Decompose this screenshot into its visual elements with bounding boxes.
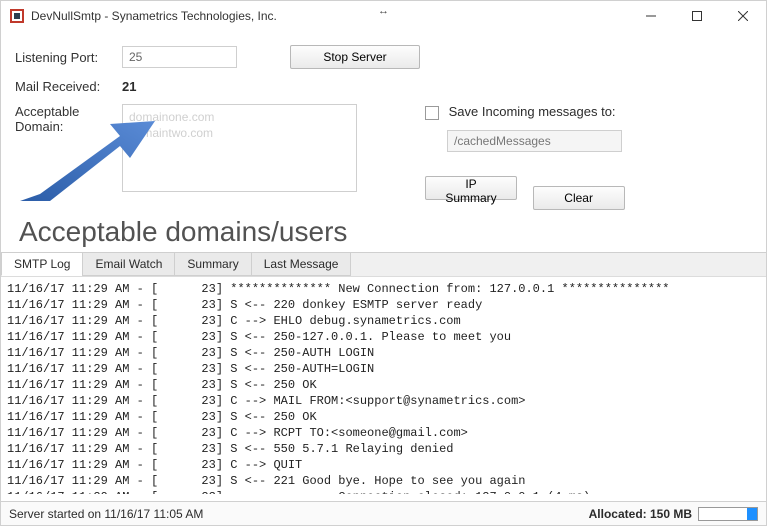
- domain-input[interactable]: domainone.com domaintwo.com: [122, 104, 357, 192]
- port-input[interactable]: [122, 46, 237, 68]
- domain-hint-1: domainone.com: [129, 109, 350, 125]
- close-button[interactable]: [720, 1, 766, 31]
- domain-hint-2: domaintwo.com: [129, 125, 350, 141]
- mail-count: 21: [122, 79, 136, 94]
- maximize-button[interactable]: [674, 1, 720, 31]
- port-label: Listening Port:: [15, 50, 122, 65]
- tab-last-message[interactable]: Last Message: [251, 253, 352, 276]
- status-bar: Server started on 11/16/17 11:05 AM Allo…: [1, 501, 766, 525]
- minimize-button[interactable]: [628, 1, 674, 31]
- domain-label: Acceptable Domain:: [15, 104, 122, 134]
- mail-label: Mail Received:: [15, 79, 122, 94]
- save-checkbox[interactable]: [425, 106, 439, 120]
- app-icon: [9, 8, 25, 24]
- save-path-input[interactable]: [447, 130, 622, 152]
- tab-smtp-log[interactable]: SMTP Log: [1, 253, 83, 276]
- status-text: Server started on 11/16/17 11:05 AM: [9, 507, 203, 521]
- clear-button[interactable]: Clear: [533, 186, 625, 210]
- window-title: DevNullSmtp - Synametrics Technologies, …: [31, 9, 628, 23]
- stop-server-button[interactable]: Stop Server: [290, 45, 420, 69]
- ip-summary-button[interactable]: IP Summary: [425, 176, 517, 200]
- memory-bar: [698, 507, 758, 521]
- alloc-text: Allocated: 150 MB: [589, 507, 692, 521]
- resize-grabber-icon[interactable]: ↔: [378, 5, 389, 17]
- tab-email-watch[interactable]: Email Watch: [82, 253, 175, 276]
- tab-bar: SMTP Log Email Watch Summary Last Messag…: [1, 252, 766, 276]
- save-label: Save Incoming messages to:: [449, 104, 616, 119]
- annotation-caption: Acceptable domains/users: [19, 216, 752, 248]
- tab-summary[interactable]: Summary: [174, 253, 251, 276]
- save-row: Save Incoming messages to:: [425, 104, 752, 120]
- log-area[interactable]: 11/16/17 11:29 AM - [ 23] **************…: [1, 276, 766, 494]
